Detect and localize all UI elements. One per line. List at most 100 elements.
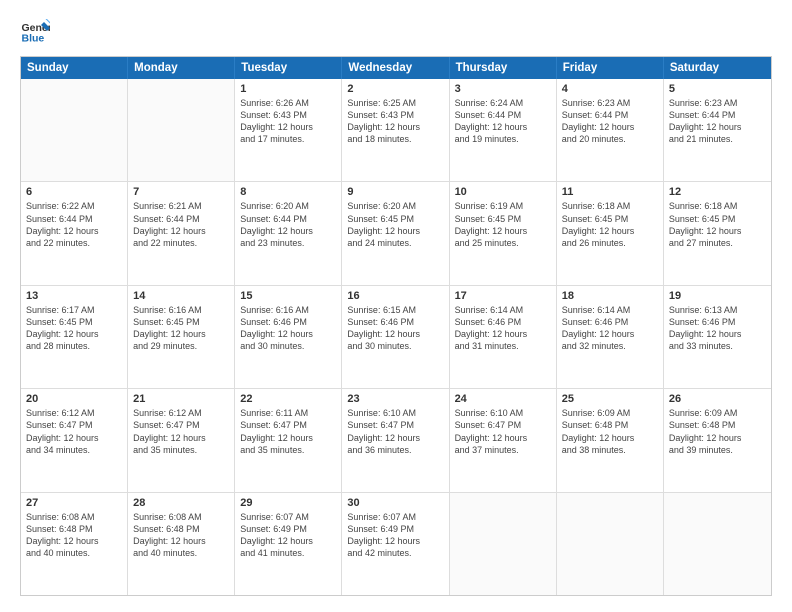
calendar-cell: 14 Sunrise: 6:16 AMSunset: 6:45 PMDayligh… — [128, 286, 235, 388]
day-number: 26 — [669, 393, 766, 405]
sunset-text: Sunset: 6:46 PM — [455, 316, 551, 328]
daylight-text-cont: and 35 minutes. — [240, 444, 336, 456]
day-number: 29 — [240, 497, 336, 509]
sunrise-text: Sunrise: 6:23 AM — [669, 97, 766, 109]
sunrise-text: Sunrise: 6:08 AM — [133, 511, 229, 523]
day-number: 6 — [26, 186, 122, 198]
calendar-cell: 22Sunrise: 6:11 AMSunset: 6:47 PMDayligh… — [235, 389, 342, 491]
day-number: 30 — [347, 497, 443, 509]
sunrise-text: Sunrise: 6:22 AM — [26, 200, 122, 212]
sunset-text: Sunset: 6:48 PM — [562, 419, 658, 431]
daylight-text: Daylight: 12 hours — [455, 225, 551, 237]
day-number: 12 — [669, 186, 766, 198]
calendar-week-4: 20Sunrise: 6:12 AMSunset: 6:47 PMDayligh… — [21, 389, 771, 492]
day-number: 13 — [26, 290, 122, 302]
calendar-cell: 16Sunrise: 6:15 AMSunset: 6:46 PMDayligh… — [342, 286, 449, 388]
sunset-text: Sunset: 6:45 PM — [133, 316, 229, 328]
weekday-header-saturday: Saturday — [664, 57, 771, 79]
day-number: 14 — [133, 290, 229, 302]
daylight-text-cont: and 19 minutes. — [455, 133, 551, 145]
sunset-text: Sunset: 6:45 PM — [562, 213, 658, 225]
day-number: 2 — [347, 83, 443, 95]
sunset-text: Sunset: 6:44 PM — [455, 109, 551, 121]
daylight-text-cont: and 38 minutes. — [562, 444, 658, 456]
sunset-text: Sunset: 6:44 PM — [240, 213, 336, 225]
sunrise-text: Sunrise: 6:07 AM — [347, 511, 443, 523]
day-number: 9 — [347, 186, 443, 198]
daylight-text: Daylight: 12 hours — [26, 432, 122, 444]
sunrise-text: Sunrise: 6:12 AM — [133, 407, 229, 419]
weekday-header-sunday: Sunday — [21, 57, 128, 79]
daylight-text-cont: and 30 minutes. — [347, 340, 443, 352]
calendar-cell — [664, 493, 771, 595]
sunset-text: Sunset: 6:46 PM — [240, 316, 336, 328]
calendar-cell: 4Sunrise: 6:23 AMSunset: 6:44 PMDaylight… — [557, 79, 664, 181]
weekday-header-tuesday: Tuesday — [235, 57, 342, 79]
sunrise-text: Sunrise: 6:09 AM — [669, 407, 766, 419]
day-number: 11 — [562, 186, 658, 198]
calendar-cell — [21, 79, 128, 181]
daylight-text-cont: and 22 minutes. — [133, 237, 229, 249]
sunrise-text: Sunrise: 6:10 AM — [455, 407, 551, 419]
daylight-text-cont: and 36 minutes. — [347, 444, 443, 456]
daylight-text-cont: and 28 minutes. — [26, 340, 122, 352]
sunset-text: Sunset: 6:48 PM — [133, 523, 229, 535]
weekday-header-friday: Friday — [557, 57, 664, 79]
calendar-cell — [557, 493, 664, 595]
sunrise-text: Sunrise: 6:21 AM — [133, 200, 229, 212]
calendar-cell: 6Sunrise: 6:22 AMSunset: 6:44 PMDaylight… — [21, 182, 128, 284]
calendar-cell: 10Sunrise: 6:19 AMSunset: 6:45 PMDayligh… — [450, 182, 557, 284]
sunset-text: Sunset: 6:45 PM — [26, 316, 122, 328]
sunrise-text: Sunrise: 6:09 AM — [562, 407, 658, 419]
calendar-cell: 11Sunrise: 6:18 AMSunset: 6:45 PMDayligh… — [557, 182, 664, 284]
calendar-cell — [450, 493, 557, 595]
logo: General Blue — [20, 16, 44, 46]
sunset-text: Sunset: 6:48 PM — [669, 419, 766, 431]
daylight-text: Daylight: 12 hours — [133, 225, 229, 237]
daylight-text: Daylight: 12 hours — [669, 432, 766, 444]
daylight-text-cont: and 33 minutes. — [669, 340, 766, 352]
sunset-text: Sunset: 6:47 PM — [133, 419, 229, 431]
sunrise-text: Sunrise: 6:19 AM — [455, 200, 551, 212]
sunset-text: Sunset: 6:47 PM — [26, 419, 122, 431]
sunset-text: Sunset: 6:46 PM — [669, 316, 766, 328]
day-number: 28 — [133, 497, 229, 509]
daylight-text: Daylight: 12 hours — [240, 432, 336, 444]
calendar-cell: 19Sunrise: 6:13 AMSunset: 6:46 PMDayligh… — [664, 286, 771, 388]
daylight-text: Daylight: 12 hours — [133, 432, 229, 444]
sunrise-text: Sunrise: 6:16 AM — [133, 304, 229, 316]
page: General Blue SundayMondayTuesdayWednesda… — [0, 0, 792, 612]
sunrise-text: Sunrise: 6:14 AM — [562, 304, 658, 316]
daylight-text: Daylight: 12 hours — [347, 328, 443, 340]
day-number: 25 — [562, 393, 658, 405]
daylight-text-cont: and 22 minutes. — [26, 237, 122, 249]
daylight-text: Daylight: 12 hours — [562, 225, 658, 237]
sunrise-text: Sunrise: 6:24 AM — [455, 97, 551, 109]
daylight-text: Daylight: 12 hours — [455, 328, 551, 340]
day-number: 21 — [133, 393, 229, 405]
calendar-cell: 30Sunrise: 6:07 AMSunset: 6:49 PMDayligh… — [342, 493, 449, 595]
day-number: 15 — [240, 290, 336, 302]
calendar-cell: 15Sunrise: 6:16 AMSunset: 6:46 PMDayligh… — [235, 286, 342, 388]
calendar-week-3: 13Sunrise: 6:17 AMSunset: 6:45 PMDayligh… — [21, 286, 771, 389]
weekday-header-monday: Monday — [128, 57, 235, 79]
calendar-cell: 12Sunrise: 6:18 AMSunset: 6:45 PMDayligh… — [664, 182, 771, 284]
day-number: 3 — [455, 83, 551, 95]
day-number: 24 — [455, 393, 551, 405]
calendar-cell: 9Sunrise: 6:20 AMSunset: 6:45 PMDaylight… — [342, 182, 449, 284]
sunrise-text: Sunrise: 6:16 AM — [240, 304, 336, 316]
calendar-cell: 3Sunrise: 6:24 AMSunset: 6:44 PMDaylight… — [450, 79, 557, 181]
sunset-text: Sunset: 6:46 PM — [562, 316, 658, 328]
calendar-cell: 23Sunrise: 6:10 AMSunset: 6:47 PMDayligh… — [342, 389, 449, 491]
day-number: 16 — [347, 290, 443, 302]
calendar-cell: 25Sunrise: 6:09 AMSunset: 6:48 PMDayligh… — [557, 389, 664, 491]
calendar-cell: 13Sunrise: 6:17 AMSunset: 6:45 PMDayligh… — [21, 286, 128, 388]
daylight-text: Daylight: 12 hours — [133, 328, 229, 340]
sunset-text: Sunset: 6:45 PM — [669, 213, 766, 225]
sunset-text: Sunset: 6:44 PM — [26, 213, 122, 225]
svg-text:Blue: Blue — [22, 33, 45, 45]
sunrise-text: Sunrise: 6:11 AM — [240, 407, 336, 419]
sunset-text: Sunset: 6:47 PM — [347, 419, 443, 431]
calendar-cell: 1Sunrise: 6:26 AMSunset: 6:43 PMDaylight… — [235, 79, 342, 181]
calendar-cell: 26 Sunrise: 6:09 AMSunset: 6:48 PMDayligh… — [664, 389, 771, 491]
